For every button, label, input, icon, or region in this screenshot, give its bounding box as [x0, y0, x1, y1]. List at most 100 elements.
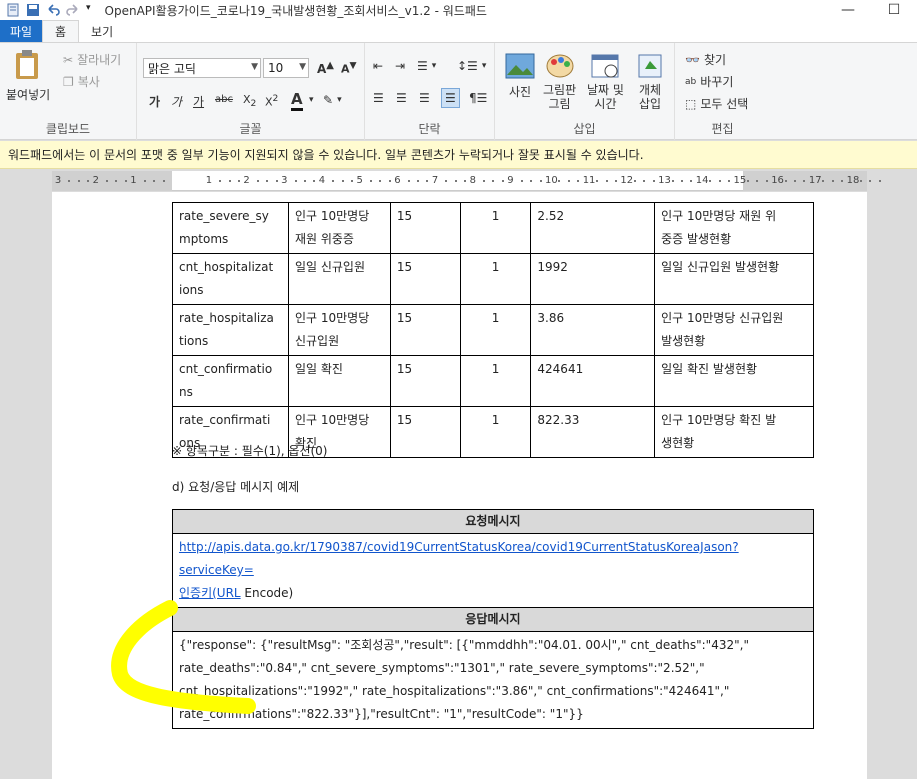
find-button[interactable]: 👓 찾기	[685, 51, 726, 68]
cell-desc: 일일 신규입원	[287, 253, 391, 305]
cell-name: rate_hospitaliza tions	[172, 304, 289, 356]
quick-access-toolbar: ▾	[0, 3, 91, 17]
response-header: 응답메시지	[172, 607, 814, 632]
minimize-button[interactable]: —	[825, 0, 871, 20]
shrink-font-button[interactable]: A▼	[341, 60, 357, 76]
ruler-dot	[690, 180, 693, 182]
font-size-select[interactable]: 10 ▼	[263, 58, 309, 78]
redo-icon[interactable]	[66, 3, 80, 17]
align-left-button[interactable]: ☰	[373, 91, 384, 105]
response-line: rate_confirmations":"822.33"}],"resultCn…	[179, 707, 584, 721]
tab-view[interactable]: 보기	[79, 20, 125, 42]
palette-icon	[545, 53, 575, 82]
save-icon[interactable]	[26, 3, 40, 17]
maximize-button[interactable]: ☐	[871, 0, 917, 20]
ruler-dot	[68, 180, 71, 182]
request-cell: http://apis.data.go.kr/1790387/covid19Cu…	[172, 533, 814, 608]
window-title: OpenAPI활용가이드_코로나19_국내발생현황_조회서비스_v1.2 - 워…	[104, 3, 487, 18]
ruler-dot	[567, 180, 570, 182]
ruler-dot	[388, 180, 391, 182]
paragraph-dialog-button[interactable]: ¶☰	[469, 91, 487, 105]
justify-button[interactable]: ☰	[441, 88, 460, 108]
underline-button[interactable]: 가	[193, 93, 204, 110]
bold-icon: 가	[149, 95, 161, 109]
editing-group: 👓 찾기 ab 바꾸기 ⬚ 모두 선택 편집	[675, 43, 770, 140]
bullets-button[interactable]: ☰ ▾	[417, 59, 436, 73]
cell-sample: 3.86	[530, 304, 656, 356]
customize-qat-icon[interactable]: ▾	[86, 3, 91, 17]
ruler-tick-label: 14	[695, 175, 709, 186]
ruler-dot	[709, 180, 712, 182]
decrease-indent-button[interactable]: ⇤	[373, 59, 383, 73]
insert-paint-button[interactable]: 그림판 그림	[543, 53, 576, 111]
ruler-tick-label: 8	[469, 175, 476, 186]
ruler-dot	[831, 180, 834, 182]
ruler-dot	[596, 180, 599, 182]
superscript-button[interactable]: X2	[265, 93, 278, 109]
replace-button[interactable]: ab 바꾸기	[685, 73, 733, 90]
table-row: cnt_confirmatio ns 일일 확진 15 1 424641 일일 확진 발생…	[172, 355, 814, 407]
insert-object-button[interactable]: 개체 삽입	[635, 53, 665, 111]
ruler-dot	[614, 180, 617, 182]
select-all-button[interactable]: ⬚ 모두 선택	[685, 95, 748, 112]
select-all-icon: ⬚	[685, 96, 697, 111]
ruler-dot	[841, 180, 844, 182]
copy-button[interactable]: ❐ 복사	[63, 73, 100, 90]
ruler-dot	[332, 180, 335, 182]
ruler-dot	[407, 180, 410, 182]
replace-icon: ab	[685, 76, 697, 87]
subscript-button[interactable]: X2	[243, 93, 256, 109]
cell-req: 1	[459, 304, 532, 356]
cell-note: 일일 확진 발생현황	[654, 355, 814, 407]
ruler-dot	[794, 180, 797, 182]
request-url-link[interactable]: http://apis.data.go.kr/1790387/covid19Cu…	[179, 540, 739, 577]
insert-datetime-button[interactable]: 날짜 및 시간	[587, 53, 624, 111]
ruler-tick-label: 15	[733, 175, 747, 186]
font-color-button[interactable]: A	[291, 90, 303, 111]
ruler-tick-label: 2	[92, 175, 99, 186]
ruler-dot	[803, 180, 806, 182]
font-family-select[interactable]: 맑은 고딕 ▼	[143, 58, 261, 78]
tab-home[interactable]: 홈	[42, 20, 80, 42]
tab-file[interactable]: 파일	[0, 20, 42, 42]
bullet-list-icon: ☰	[417, 59, 428, 73]
italic-button[interactable]: 가	[171, 93, 182, 110]
grow-font-button[interactable]: A▲	[317, 60, 334, 76]
response-cell: {"response": {"resultMsg": "조회성공","resul…	[172, 631, 814, 729]
document-canvas[interactable]: rate_severe_sy mptoms 인구 10만명당 재원 위중증 15 1 2…	[0, 192, 917, 779]
bold-button[interactable]: 가	[149, 93, 160, 110]
increase-indent-button[interactable]: ⇥	[395, 59, 405, 73]
ruler-tick-label: 1	[205, 175, 213, 186]
ruler-dot	[124, 180, 127, 182]
ruler-dot	[492, 180, 495, 182]
line-spacing-button[interactable]: ↕☰ ▾	[457, 59, 486, 73]
ruler-dot	[143, 180, 146, 182]
response-line: {"response": {"resultMsg": "조회성공","resul…	[179, 638, 749, 652]
ribbon: 붙여넣기 ✂ 잘라내기 ❐ 복사 클립보드 맑은 고딕 ▼ 10 ▼ A▲ A▼ 가 가…	[0, 42, 917, 140]
cell-size: 15	[389, 304, 461, 356]
ruler-tick-label: 4	[318, 175, 326, 186]
ruler-dot	[162, 180, 165, 182]
font-group-label: 글꼴	[239, 122, 262, 136]
font-color-dropdown[interactable]: ▾	[309, 95, 314, 105]
align-right-button[interactable]: ☰	[419, 91, 430, 105]
insert-group-label: 삽입	[573, 122, 596, 136]
italic-icon: 가	[171, 95, 183, 109]
align-center-button[interactable]: ☰	[396, 91, 407, 105]
highlight-button[interactable]: ✎ ▾	[323, 93, 342, 107]
cell-req: 1	[459, 355, 532, 407]
strikethrough-button[interactable]: abc	[215, 94, 233, 105]
insert-picture-button[interactable]: 사진	[505, 53, 535, 100]
ruler-dot	[313, 180, 316, 182]
response-line: cnt_hospitalizations":"1992"," rate_hosp…	[179, 684, 730, 698]
cut-button[interactable]: ✂ 잘라내기	[63, 51, 121, 68]
ruler-tick-label: 5	[356, 175, 363, 186]
table-row: rate_severe_sy mptoms 인구 10만명당 재원 위중증 15 1 2…	[172, 202, 814, 254]
undo-icon[interactable]	[46, 3, 60, 17]
ruler-dot	[605, 180, 608, 182]
shrink-font-icon: A▼	[341, 60, 357, 76]
ruler-dot	[237, 180, 240, 182]
paste-button[interactable]: 붙여넣기	[6, 49, 50, 103]
ruler-dot	[643, 180, 646, 182]
horizontal-ruler[interactable]: 3 2 1 1 2 3 4 5 6 7 8 9 10 11 12 13 14 15 16 17 18	[52, 171, 881, 191]
